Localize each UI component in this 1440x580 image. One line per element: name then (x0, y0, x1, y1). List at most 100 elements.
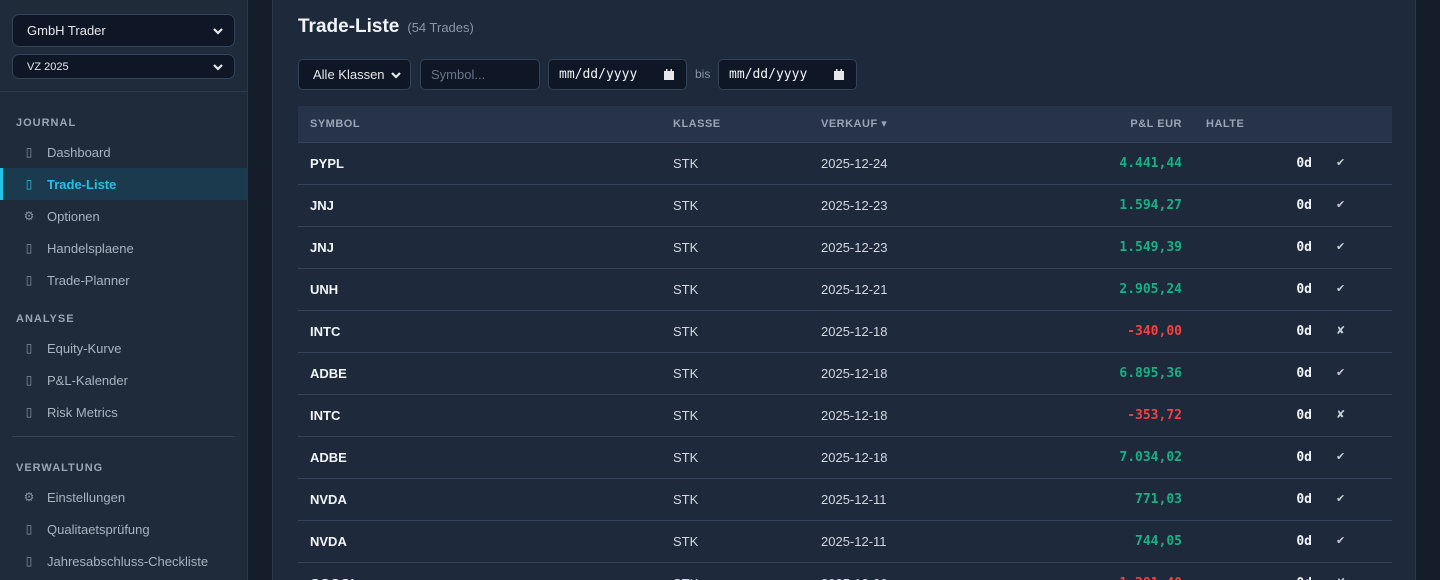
calendar-icon[interactable] (833, 68, 845, 81)
symbol-cell: PYPL (310, 156, 344, 171)
column-header-klasse[interactable]: KLASSE (673, 106, 721, 143)
table-row[interactable]: NVDA STK 2025-12-11 744,05 0d ✔ (298, 521, 1392, 563)
sidebar-item-risk-metrics[interactable]: ▯ Risk Metrics (0, 396, 247, 428)
date-from-value: mm/dd/yyyy (559, 67, 638, 82)
sidebar-item-label: Einstellungen (47, 489, 126, 505)
sidebar-separator (0, 91, 247, 92)
table-row[interactable]: JNJ STK 2025-12-23 1.549,39 0d ✔ (298, 227, 1392, 269)
gear-icon: ⚙ (23, 490, 35, 504)
klasse-cell: STK (673, 563, 698, 580)
verkauf-cell: 2025-12-23 (821, 198, 888, 213)
square-icon: ▯ (25, 405, 33, 419)
sidebar-divider (12, 436, 235, 437)
sidebar-item-label: Equity-Kurve (47, 340, 122, 356)
klasse-cell: STK (673, 282, 699, 297)
square-icon: ▯ (25, 373, 33, 387)
sidebar-item-trade-planner[interactable]: ▯ Trade-Planner (0, 264, 247, 296)
sidebar-item-label: Trade-Liste (47, 176, 117, 192)
klasse-filter-value: Alle Klassen (313, 67, 385, 82)
halte-cell: 0d (1296, 156, 1312, 171)
table-header: SYMBOL KLASSE VERKAUF ▾ P&L EUR HALTE (298, 106, 1392, 143)
square-icon: ▯ (25, 522, 33, 536)
sidebar-item-equity-kurve[interactable]: ▯ Equity-Kurve (0, 332, 247, 364)
table-row[interactable]: INTC STK 2025-12-18 -353,72 0d ✘ (298, 395, 1392, 437)
chevron-down-icon (213, 27, 223, 35)
calendar-icon[interactable] (663, 68, 675, 81)
table-row[interactable]: NVDA STK 2025-12-11 771,03 0d ✔ (298, 479, 1392, 521)
verkauf-cell: 2025-12-21 (821, 282, 888, 297)
account-select[interactable]: GmbH Trader (12, 14, 235, 47)
sidebar-item-p-l-kalender[interactable]: ▯ P&L-Kalender (0, 364, 247, 396)
table-row[interactable]: UNH STK 2025-12-21 2.905,24 0d ✔ (298, 269, 1392, 311)
sidebar-item-jahresabschluss-checkliste[interactable]: ▯ Jahresabschluss-Checkliste (0, 545, 247, 577)
pnl-cell: 7.034,02 (1119, 450, 1182, 465)
year-select[interactable]: VZ 2025 (12, 54, 235, 79)
klasse-filter-select[interactable]: Alle Klassen (298, 59, 411, 90)
trade-table: SYMBOL KLASSE VERKAUF ▾ P&L EUR HALTE PY… (298, 106, 1392, 580)
gutter (248, 0, 272, 580)
verkauf-cell: 2025-12-06 (821, 563, 888, 580)
table-row[interactable]: GOOGL STK 2025-12-06 -1.281,40 0d ✘ (298, 563, 1392, 580)
pnl-cell: -1.281,40 (1112, 563, 1182, 580)
sidebar-item-handelsplaene[interactable]: ▯ Handelsplaene (0, 232, 247, 264)
date-from-input[interactable]: mm/dd/yyyy (548, 59, 687, 90)
sidebar-item-label: P&L-Kalender (47, 372, 128, 388)
sidebar-item-label: Dashboard (47, 144, 111, 160)
check-icon: ✔ (1336, 451, 1346, 463)
check-icon: ✔ (1336, 493, 1346, 505)
chevron-down-icon (213, 63, 223, 71)
check-icon: ✔ (1336, 283, 1346, 295)
pnl-cell: -340,00 (1127, 324, 1182, 339)
symbol-cell: INTC (310, 324, 341, 339)
klasse-cell: STK (673, 156, 699, 171)
halte-cell: 0d (1296, 534, 1312, 549)
pnl-cell: 1.549,39 (1119, 240, 1182, 255)
halte-cell: 0d (1296, 408, 1312, 423)
sidebar-section-title: JOURNAL (16, 117, 77, 129)
column-header-halte[interactable]: HALTE (1206, 106, 1244, 143)
date-range-separator: bis (695, 67, 711, 81)
chevron-down-icon (391, 71, 401, 79)
check-icon: ✔ (1336, 535, 1346, 547)
sidebar-section-title: VERWALTUNG (16, 462, 104, 474)
column-header-verkauf[interactable]: VERKAUF ▾ (821, 106, 887, 143)
table-row[interactable]: PYPL STK 2025-12-24 4.441,44 0d ✔ (298, 143, 1392, 185)
pnl-cell: 4.441,44 (1119, 156, 1182, 171)
sidebar-item-label: Trade-Planner (47, 272, 130, 288)
right-gutter (1416, 0, 1440, 580)
symbol-placeholder: Symbol... (431, 67, 486, 82)
sidebar-item-optionen[interactable]: ⚙ Optionen (0, 200, 247, 232)
symbol-search-input[interactable]: Symbol... (420, 59, 540, 90)
halte-cell: 0d (1296, 282, 1312, 297)
table-row[interactable]: JNJ STK 2025-12-23 1.594,27 0d ✔ (298, 185, 1392, 227)
sidebar-item-dashboard[interactable]: ▯ Dashboard (0, 136, 247, 168)
symbol-cell: NVDA (310, 492, 347, 507)
sidebar-item-label: Jahresabschluss-Checkliste (47, 553, 209, 569)
sidebar-item-qualitaetspr-fung[interactable]: ▯ Qualitaetsprüfung (0, 513, 247, 545)
symbol-cell: UNH (310, 282, 339, 297)
klasse-cell: STK (673, 450, 699, 465)
table-body: PYPL STK 2025-12-24 4.441,44 0d ✔ JNJ STK 2025-1… (298, 143, 1392, 580)
halte-cell: 0d (1296, 324, 1312, 339)
date-to-value: mm/dd/yyyy (729, 67, 808, 82)
date-to-input[interactable]: mm/dd/yyyy (718, 59, 857, 90)
square-icon: ▯ (25, 177, 33, 191)
halte-cell: 0d (1296, 563, 1312, 580)
klasse-cell: STK (673, 240, 699, 255)
table-row[interactable]: ADBE STK 2025-12-18 7.034,02 0d ✔ (298, 437, 1392, 479)
symbol-cell: ADBE (310, 366, 347, 381)
sidebar-item-einstellungen[interactable]: ⚙ Einstellungen (0, 481, 247, 513)
pnl-cell: 1.594,27 (1119, 198, 1182, 213)
sidebar-item-trade-liste[interactable]: ▯ Trade-Liste (0, 168, 247, 200)
table-row[interactable]: ADBE STK 2025-12-18 6.895,36 0d ✔ (298, 353, 1392, 395)
verkauf-cell: 2025-12-18 (821, 450, 888, 465)
sidebar-item-label: Handelsplaene (47, 240, 134, 256)
sidebar-item-label: Optionen (47, 208, 100, 224)
sidebar: GmbH Trader VZ 2025 JOURNAL ▯ Dashboard ▯ Tr… (0, 0, 248, 580)
column-header-symbol[interactable]: SYMBOL (310, 106, 360, 143)
column-header-pnl[interactable]: P&L EUR (1130, 106, 1182, 143)
trade-count: (54 Trades) (407, 20, 474, 35)
sidebar-item-label: Risk Metrics (47, 404, 118, 420)
table-row[interactable]: INTC STK 2025-12-18 -340,00 0d ✘ (298, 311, 1392, 353)
symbol-cell: ADBE (310, 450, 347, 465)
